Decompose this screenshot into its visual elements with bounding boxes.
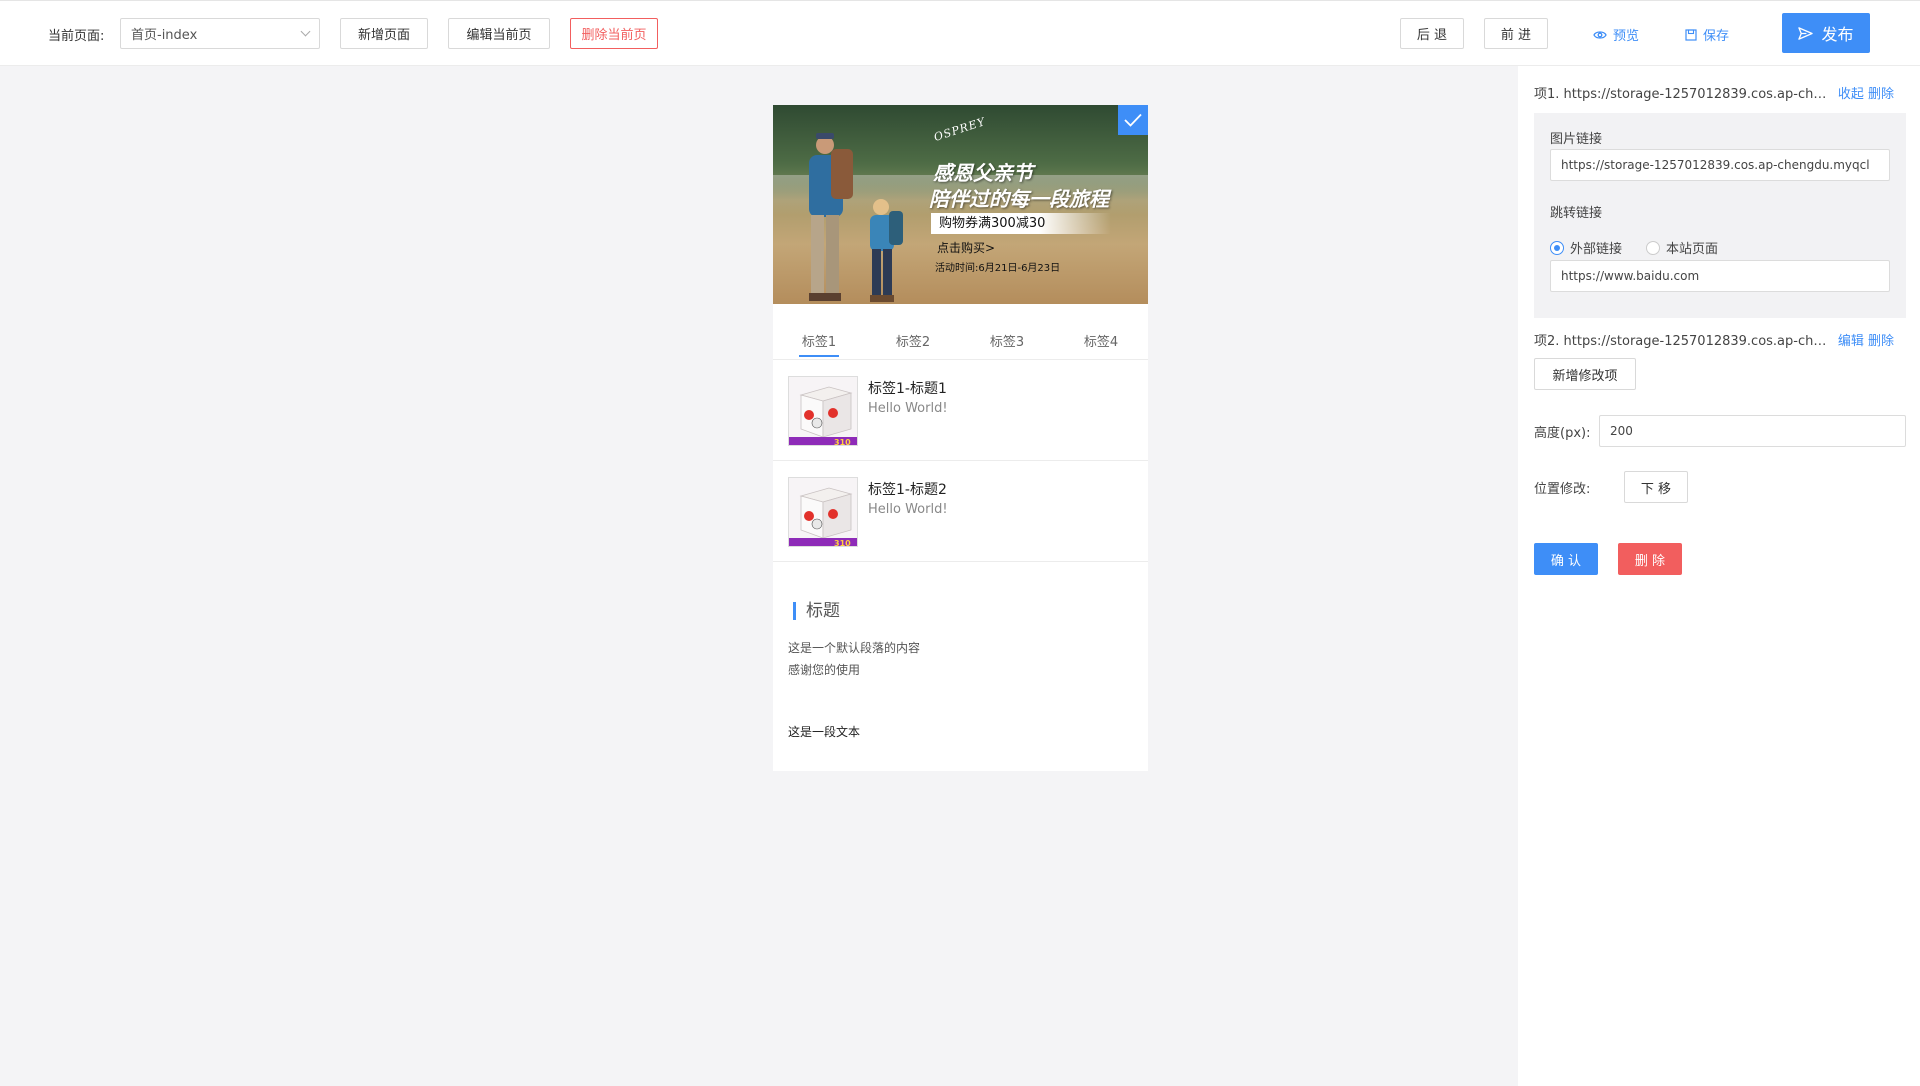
banner-headline-2: 陪伴过的每一段旅程 (929, 187, 1109, 211)
selected-check-icon (1118, 105, 1148, 135)
chevron-down-icon (300, 26, 311, 37)
banner-image[interactable]: OSPREY 感恩父亲节 陪伴过的每一段旅程 购物券满300减30 点击购买> … (773, 105, 1148, 304)
current-page-value: 首页-index (131, 28, 198, 43)
list-item-title: 标签1-标题2 (868, 482, 947, 498)
paragraph-line-2: 感谢您的使用 (788, 663, 861, 677)
radio-internal-page[interactable]: 本站页面 (1646, 238, 1718, 257)
confirm-button[interactable]: 确 认 (1534, 543, 1598, 575)
price-tag: 310 (834, 438, 851, 446)
jump-link-input[interactable]: https://www.baidu.com (1550, 260, 1890, 292)
item-2-url: 项2. https://storage-1257012839.cos.ap-ch… (1534, 334, 1834, 349)
list-item-subtitle: Hello World! (868, 401, 948, 416)
image-link-input[interactable]: https://storage-1257012839.cos.ap-chengd… (1550, 149, 1890, 181)
add-item-button[interactable]: 新增修改项 (1534, 358, 1636, 390)
properties-panel: 项1. https://storage-1257012839.cos.ap-ch… (1518, 66, 1920, 1086)
item-1-editor: 图片链接 https://storage-1257012839.cos.ap-c… (1534, 113, 1906, 318)
save-label: 保存 (1703, 29, 1730, 44)
text-block: 这是一段文本 (788, 725, 861, 739)
radio-unchecked-icon (1646, 240, 1660, 255)
section-title: 标题 (793, 602, 840, 620)
item-2-actions[interactable]: 编辑 删除 (1838, 330, 1894, 349)
publish-button[interactable]: 发布 (1782, 13, 1870, 53)
height-input[interactable]: 200 (1599, 415, 1906, 447)
radio-external-label: 外部链接 (1570, 242, 1623, 257)
radio-internal-label: 本站页面 (1666, 242, 1719, 257)
child-figure (870, 199, 903, 302)
preview-button[interactable]: 预览 (1593, 25, 1639, 44)
page-canvas: OSPREY 感恩父亲节 陪伴过的每一段旅程 购物券满300减30 点击购买> … (773, 105, 1148, 771)
current-page-select[interactable]: 首页-index (120, 18, 320, 49)
item-1-url: 项1. https://storage-1257012839.cos.ap-ch… (1534, 87, 1834, 102)
banner-time: 活动时间:6月21日-6月23日 (935, 263, 1061, 274)
tab-4[interactable]: 标签4 (1071, 331, 1131, 350)
list-item-title: 标签1-标题1 (868, 381, 947, 397)
item-1-actions[interactable]: 收起 删除 (1838, 83, 1894, 102)
eye-icon (1593, 30, 1607, 39)
price-tag: 310 (834, 539, 851, 547)
list-item-subtitle: Hello World! (868, 502, 948, 517)
send-icon (1798, 26, 1814, 40)
image-link-label: 图片链接 (1550, 132, 1603, 147)
tab-bar: 标签1 标签2 标签3 标签4 (773, 304, 1148, 360)
tab-3[interactable]: 标签3 (977, 331, 1037, 350)
back-button[interactable]: 后 退 (1400, 18, 1464, 49)
radio-external-link[interactable]: 外部链接 (1550, 238, 1622, 257)
new-page-button[interactable]: 新增页面 (340, 18, 428, 49)
forward-button[interactable]: 前 进 (1484, 18, 1548, 49)
publish-label: 发布 (1821, 25, 1854, 44)
active-tab-indicator (799, 355, 839, 357)
delete-button[interactable]: 删 除 (1618, 543, 1682, 575)
list-item[interactable]: 310 标签1-标题2 Hello World! (773, 462, 1148, 562)
height-label: 高度(px): (1534, 426, 1591, 441)
edit-page-button[interactable]: 编辑当前页 (448, 18, 550, 49)
radio-checked-icon (1550, 240, 1564, 255)
jump-link-label: 跳转链接 (1550, 206, 1603, 221)
banner-headline-1: 感恩父亲节 (933, 161, 1033, 185)
top-toolbar: 当前页面: 首页-index 新增页面 编辑当前页 删除当前页 后 退 前 进 … (0, 0, 1920, 66)
save-button[interactable]: 保存 (1685, 25, 1729, 44)
product-thumbnail: 310 (788, 477, 858, 547)
tab-1[interactable]: 标签1 (789, 331, 849, 350)
paragraph-line-1: 这是一个默认段落的内容 (788, 641, 921, 655)
preview-label: 预览 (1613, 29, 1640, 44)
list-item[interactable]: 310 标签1-标题1 Hello World! (773, 361, 1148, 461)
delete-page-button[interactable]: 删除当前页 (570, 18, 658, 49)
hiker-figure (809, 133, 853, 301)
tab-2[interactable]: 标签2 (883, 331, 943, 350)
current-page-label: 当前页面: (48, 29, 105, 44)
product-thumbnail: 310 (788, 376, 858, 446)
position-label: 位置修改: (1534, 482, 1591, 497)
move-down-button[interactable]: 下 移 (1624, 471, 1688, 503)
save-icon (1685, 28, 1697, 41)
banner-coupon: 购物券满300减30 (931, 213, 1111, 234)
banner-buy-link: 点击购买> (937, 241, 996, 255)
